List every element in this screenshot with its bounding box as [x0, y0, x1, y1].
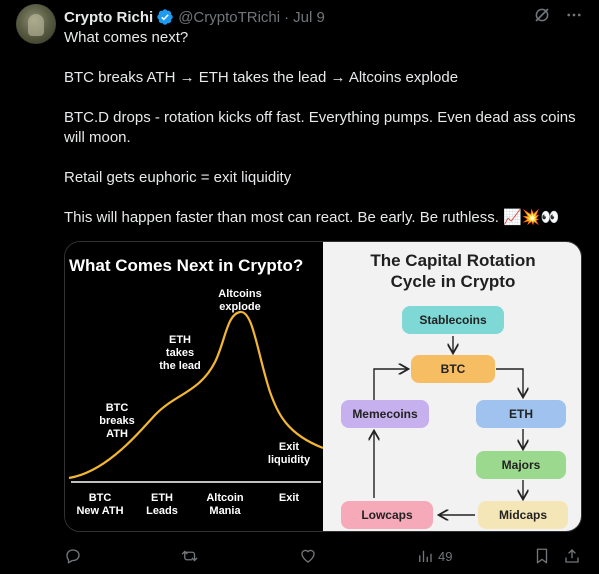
- tweet-header: Crypto Richi @CryptoTRichi · Jul 9: [64, 6, 583, 28]
- emoji-group: 📈💥👀: [503, 209, 560, 226]
- repost-button[interactable]: [180, 544, 200, 568]
- bookmark-icon: [536, 548, 548, 564]
- cycle-curve-svg: What Comes Next in Crypto? BTC breaks AT…: [68, 256, 324, 517]
- x-label: ETH: [151, 492, 173, 504]
- separator-dot: ·: [284, 8, 290, 26]
- tweet-line: This will happen faster than most can re…: [64, 209, 499, 226]
- grok-icon[interactable]: [533, 6, 551, 24]
- action-bar: 49: [64, 544, 583, 568]
- user-handle[interactable]: @CryptoTRichi: [178, 9, 280, 26]
- tweet-text: What comes next? BTC breaks ATH → ETH ta…: [64, 28, 584, 228]
- like-button[interactable]: [299, 544, 317, 568]
- x-label: Altcoin: [206, 492, 244, 504]
- annotation-eth: the lead: [159, 360, 201, 372]
- x-label: Mania: [209, 505, 241, 517]
- tweet-line: Retail gets euphoric = exit liquidity: [64, 169, 292, 186]
- views-icon: [419, 550, 432, 562]
- node-majors-label: Majors: [502, 458, 541, 472]
- heart-icon: [301, 549, 315, 563]
- more-options-icon[interactable]: [565, 6, 583, 24]
- reply-icon: [66, 549, 80, 564]
- bookmark-button[interactable]: [534, 544, 550, 568]
- annotation-altcoins: explode: [219, 301, 261, 313]
- arrow-btc-eth: [496, 368, 523, 396]
- x-label: Leads: [146, 505, 178, 517]
- annotation-eth: takes: [166, 347, 194, 359]
- diagram-title: The Capital Rotation: [370, 251, 535, 270]
- views-count: 49: [438, 548, 453, 564]
- repost-icon: [181, 550, 198, 562]
- avatar[interactable]: [16, 4, 56, 44]
- display-name[interactable]: Crypto Richi: [64, 9, 153, 26]
- views-button[interactable]: 49: [416, 544, 452, 568]
- node-stablecoins-label: Stablecoins: [419, 313, 487, 327]
- tweet-line: BTC breaks ATH → ETH takes the lead → Al…: [64, 69, 459, 86]
- post-date[interactable]: Jul 9: [293, 9, 325, 26]
- share-icon: [565, 549, 579, 563]
- tweet-line: What comes next?: [64, 29, 189, 46]
- node-btc-label: BTC: [441, 362, 466, 376]
- x-label: New ATH: [76, 505, 123, 517]
- tweet-line-last: This will happen faster than most can re…: [64, 208, 584, 228]
- annotation-btc: ATH: [106, 428, 128, 440]
- annotation-exit: liquidity: [268, 454, 311, 466]
- node-midcaps-label: Midcaps: [499, 508, 547, 522]
- node-memecoins-label: Memecoins: [352, 407, 418, 421]
- cycle-curve-panel: What Comes Next in Crypto? BTC breaks AT…: [65, 242, 324, 531]
- x-label: Exit: [279, 492, 300, 504]
- arrow-memecoins-btc: [373, 369, 407, 400]
- annotation-btc: breaks: [99, 415, 134, 427]
- header-actions: [533, 6, 583, 24]
- reply-button[interactable]: [64, 544, 82, 568]
- tweet-line: BTC.D drops - rotation kicks off fast. E…: [64, 109, 576, 146]
- annotation-exit: Exit: [279, 441, 300, 453]
- share-button[interactable]: [563, 544, 581, 568]
- verified-badge-icon: [157, 9, 173, 25]
- rotation-diagram-panel: The Capital Rotation Cycle in Crypto Sta…: [323, 242, 581, 531]
- node-lowcaps-label: Lowcaps: [361, 508, 413, 522]
- annotation-btc: BTC: [106, 402, 129, 414]
- diagram-title: Cycle in Crypto: [391, 272, 516, 291]
- node-eth-label: ETH: [509, 407, 533, 421]
- tweet-image[interactable]: What Comes Next in Crypto? BTC breaks AT…: [64, 241, 582, 532]
- rotation-diagram-svg: The Capital Rotation Cycle in Crypto Sta…: [341, 251, 568, 529]
- left-chart-title: What Comes Next in Crypto?: [69, 256, 303, 275]
- annotation-eth: ETH: [169, 334, 191, 346]
- annotation-altcoins: Altcoins: [218, 288, 261, 300]
- x-label: BTC: [89, 492, 112, 504]
